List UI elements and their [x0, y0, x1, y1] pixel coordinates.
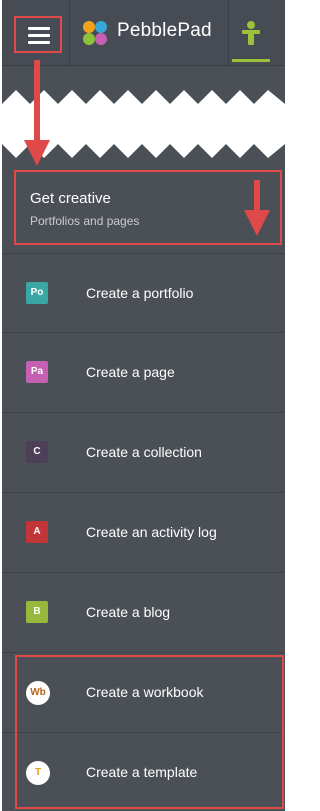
- menu-item-label: Create a template: [86, 764, 198, 780]
- sidebar-panel: PebblePad Get creative Portfolios and pa…: [2, 0, 285, 811]
- menu-item-create-blog[interactable]: B Create a blog: [2, 573, 285, 653]
- hamburger-menu-icon: [28, 27, 50, 30]
- portfolio-icon: Po: [26, 282, 48, 304]
- app-name: PebblePad: [117, 20, 212, 41]
- app-root: PebblePad Get creative Portfolios and pa…: [0, 0, 285, 811]
- pebblepad-logo-icon: [83, 21, 107, 45]
- section-subtitle: Portfolios and pages: [30, 214, 140, 228]
- menu-item-label: Create a page: [86, 364, 175, 380]
- hamburger-menu-icon-bar: [28, 41, 50, 44]
- blog-icon: B: [26, 601, 48, 623]
- page-icon: Pa: [26, 361, 48, 383]
- active-tab-indicator: [232, 59, 270, 62]
- get-creative-section[interactable]: Get creative Portfolios and pages: [14, 170, 282, 245]
- menu-item-create-collection[interactable]: C Create a collection: [2, 413, 285, 493]
- activity-log-icon: A: [26, 521, 48, 543]
- create-menu-list: Po Create a portfolio Pa Create a page C…: [2, 253, 285, 811]
- menu-item-create-portfolio[interactable]: Po Create a portfolio: [2, 253, 285, 333]
- divider: [69, 0, 70, 65]
- hamburger-menu-icon-bar: [28, 34, 50, 37]
- menu-item-create-workbook[interactable]: Wb Create a workbook: [2, 653, 285, 733]
- top-bar: PebblePad: [2, 0, 285, 66]
- annotation-arrow-down: [244, 180, 270, 236]
- collection-icon: C: [26, 441, 48, 463]
- menu-item-label: Create a blog: [86, 604, 171, 620]
- hamburger-menu-button[interactable]: [14, 16, 62, 53]
- menu-item-label: Create a collection: [86, 444, 202, 460]
- section-title: Get creative: [30, 190, 111, 207]
- template-icon: T: [26, 761, 50, 785]
- divider: [228, 0, 229, 65]
- person-icon[interactable]: [241, 20, 261, 46]
- menu-item-label: Create a portfolio: [86, 285, 194, 301]
- annotation-arrow-down: [24, 60, 50, 166]
- menu-item-create-page[interactable]: Pa Create a page: [2, 333, 285, 413]
- menu-item-create-activity-log[interactable]: A Create an activity log: [2, 493, 285, 573]
- workbook-icon: Wb: [26, 681, 50, 705]
- menu-item-create-template[interactable]: T Create a template: [2, 733, 285, 811]
- menu-item-label: Create an activity log: [86, 524, 217, 540]
- menu-item-label: Create a workbook: [86, 684, 204, 700]
